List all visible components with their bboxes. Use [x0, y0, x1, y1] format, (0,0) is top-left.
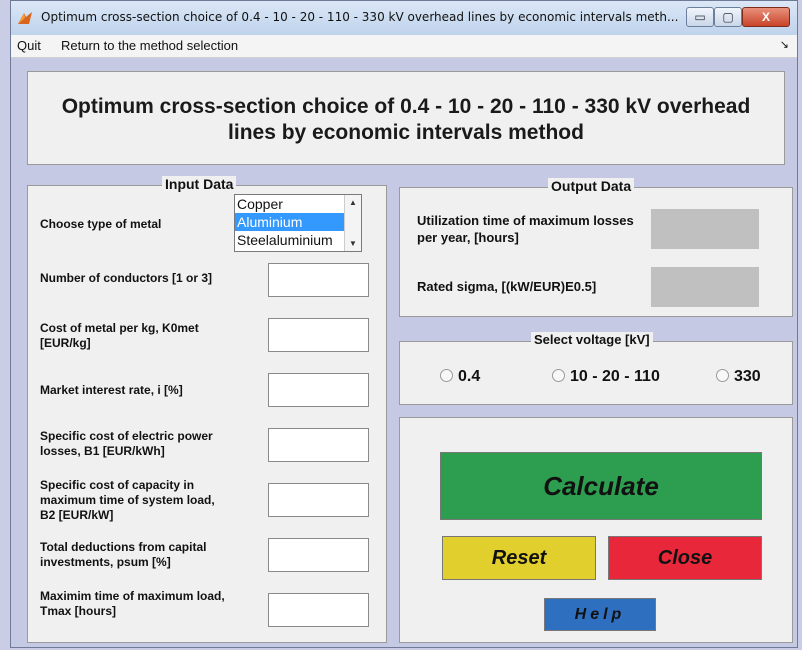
losses-cost-input[interactable]	[268, 428, 369, 462]
calculate-button[interactable]: Calculate	[440, 452, 762, 520]
capacity-cost-label: Specific cost of capacity in maximum tim…	[40, 478, 215, 522]
capacity-cost-input[interactable]	[268, 483, 369, 517]
metal-cost-input[interactable]	[268, 318, 369, 352]
conductors-label: Number of conductors [1 or 3]	[40, 271, 213, 285]
radio-icon[interactable]	[552, 369, 565, 382]
voltage-panel: Select voltage [kV] 0.4 10 - 20 - 110 33…	[399, 332, 793, 405]
voltage-option-330[interactable]: 330	[716, 368, 761, 386]
metal-option-aluminium[interactable]: Aluminium	[235, 213, 361, 231]
scroll-down-icon[interactable]: ▼	[349, 239, 357, 248]
voltage-330-label: 330	[734, 368, 761, 385]
close-window-button[interactable]: X	[742, 7, 790, 27]
metal-type-listbox[interactable]: Copper Aluminium Steelaluminium ▲ ▼	[234, 194, 362, 252]
listbox-scrollbar[interactable]: ▲ ▼	[344, 195, 361, 251]
voltage-10-20-110-label: 10 - 20 - 110	[570, 368, 660, 385]
deductions-label: Total deductions from capital investment…	[40, 540, 207, 569]
deductions-input[interactable]	[268, 538, 369, 572]
tmax-label: Maximim time of maximum load, Tmax [hour…	[40, 589, 225, 618]
interest-rate-label: Market interest rate, i [%]	[40, 383, 183, 397]
help-button[interactable]: Help	[544, 598, 656, 631]
window-title: Optimum cross-section choice of 0.4 - 10…	[41, 10, 679, 24]
app-window: Optimum cross-section choice of 0.4 - 10…	[10, 0, 798, 648]
header-panel: Optimum cross-section choice of 0.4 - 10…	[27, 71, 785, 165]
scroll-up-icon[interactable]: ▲	[349, 198, 357, 207]
losses-cost-label: Specific cost of electric power losses, …	[40, 429, 213, 458]
close-button[interactable]: Close	[608, 536, 762, 580]
voltage-title: Select voltage [kV]	[531, 332, 653, 347]
sigma-output	[651, 267, 759, 307]
reset-button[interactable]: Reset	[442, 536, 596, 580]
tmax-input[interactable]	[268, 593, 369, 627]
actions-panel: Calculate Reset Close Help	[399, 417, 793, 643]
utilization-label: Utilization time of maximum losses per y…	[417, 213, 634, 245]
matlab-app-icon	[18, 12, 32, 24]
menu-bar: Quit Return to the method selection ↘	[11, 35, 797, 58]
metal-option-copper[interactable]: Copper	[235, 195, 361, 213]
toolbar-overflow-icon[interactable]: ↘	[780, 38, 789, 51]
input-data-panel: Input Data Choose type of metal Copper A…	[27, 176, 387, 643]
title-bar[interactable]: Optimum cross-section choice of 0.4 - 10…	[11, 1, 797, 36]
metal-type-label: Choose type of metal	[40, 217, 162, 231]
sigma-label: Rated sigma, [(kW/EUR)E0.5]	[417, 279, 597, 294]
voltage-option-10-20-110[interactable]: 10 - 20 - 110	[552, 368, 660, 386]
output-data-title: Output Data	[548, 178, 635, 194]
output-data-panel: Output Data Utilization time of maximum …	[399, 178, 793, 317]
menu-return-method[interactable]: Return to the method selection	[61, 38, 238, 53]
minimize-button[interactable]: ▭	[686, 7, 714, 27]
voltage-option-0-4[interactable]: 0.4	[440, 368, 480, 386]
menu-quit[interactable]: Quit	[17, 38, 41, 53]
radio-icon[interactable]	[716, 369, 729, 382]
radio-icon[interactable]	[440, 369, 453, 382]
metal-cost-label: Cost of metal per kg, K0met [EUR/kg]	[40, 321, 199, 350]
maximize-button[interactable]: ▢	[714, 7, 742, 27]
metal-option-steelaluminium[interactable]: Steelaluminium	[235, 231, 361, 249]
utilization-output	[651, 209, 759, 249]
page-title: Optimum cross-section choice of 0.4 - 10…	[61, 95, 751, 144]
interest-rate-input[interactable]	[268, 373, 369, 407]
conductors-input[interactable]	[268, 263, 369, 297]
input-data-title: Input Data	[162, 176, 237, 192]
voltage-0-4-label: 0.4	[458, 368, 481, 385]
